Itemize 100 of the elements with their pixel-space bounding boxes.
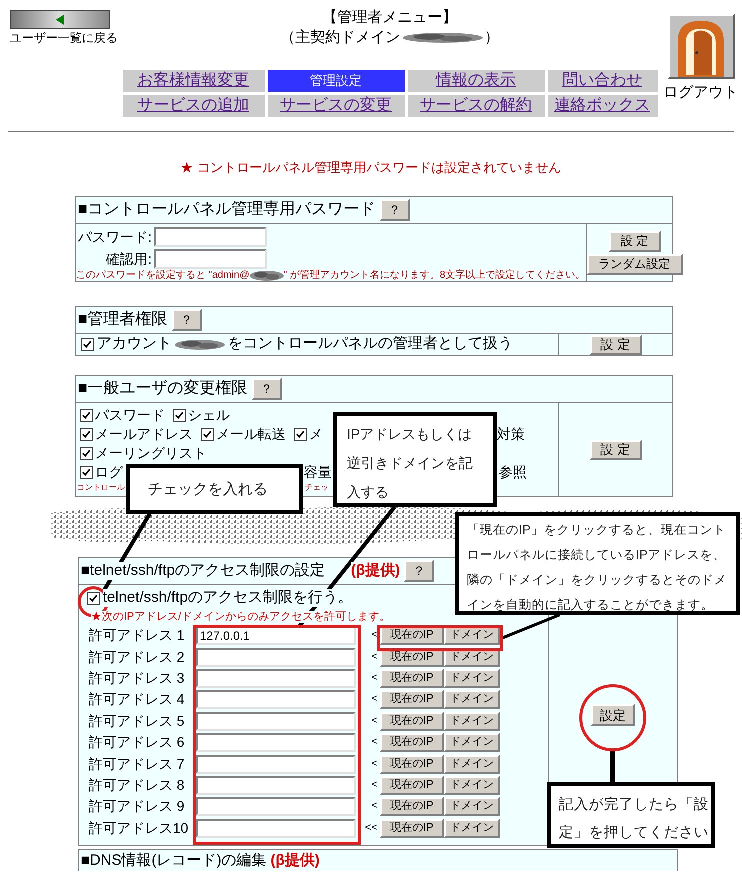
- set-button[interactable]: 設 定: [590, 440, 642, 460]
- nav-link[interactable]: 問い合わせ: [548, 70, 658, 92]
- nav-link[interactable]: サービスの変更: [268, 95, 404, 117]
- address-field[interactable]: [196, 733, 356, 752]
- arrow-text: <: [370, 672, 379, 685]
- help-button[interactable]: ?: [404, 560, 434, 582]
- note-text: チェッ: [305, 483, 329, 493]
- checkbox-label: シェル: [188, 407, 230, 424]
- current-ip-button[interactable]: 現在のIP: [380, 690, 444, 710]
- address-field[interactable]: [196, 797, 356, 816]
- back-button[interactable]: [10, 10, 110, 29]
- section-title: ■一般ユーザの変更権限: [78, 378, 248, 399]
- address-field[interactable]: [196, 690, 356, 710]
- logout-button[interactable]: [668, 14, 734, 79]
- checkbox-label: メーリングリスト: [95, 445, 207, 462]
- left-arrow-icon: [55, 14, 65, 24]
- nav-link[interactable]: 連絡ボックス: [548, 95, 658, 117]
- current-ip-button[interactable]: 現在のIP: [380, 818, 444, 838]
- checkbox[interactable]: [201, 428, 214, 441]
- callout-box: チェックを入れる: [126, 464, 303, 514]
- note-text: コントロール: [77, 483, 125, 493]
- checkbox-label: メールアドレス: [95, 426, 193, 443]
- help-button[interactable]: ?: [380, 199, 410, 221]
- arrow-text: <: [370, 693, 379, 706]
- section-title: ■コントロールパネル管理専用パスワード: [78, 200, 376, 220]
- current-ip-button[interactable]: 現在のIP: [380, 797, 444, 816]
- help-button[interactable]: ?: [252, 378, 282, 400]
- nav-link[interactable]: 情報の表示: [408, 70, 544, 92]
- domain-button[interactable]: ドメイン: [444, 754, 500, 774]
- checkbox[interactable]: [87, 592, 100, 604]
- address-field[interactable]: [196, 818, 356, 838]
- permission-text: 対策: [497, 426, 525, 443]
- checkbox[interactable]: [81, 338, 94, 351]
- address-label: 許可アドレス 5: [89, 712, 186, 730]
- permission-text: 参照: [499, 464, 527, 481]
- nav-link[interactable]: サービスの追加: [122, 95, 264, 117]
- beta-tag: (β提供): [351, 562, 400, 580]
- address-label: 許可アドレス 8: [89, 776, 186, 794]
- address-field[interactable]: [196, 754, 356, 774]
- permission-text: 容量: [304, 464, 332, 481]
- current-ip-button[interactable]: 現在のIP: [380, 668, 444, 688]
- redaction-mark: [175, 338, 225, 350]
- current-ip-button[interactable]: 現在のIP: [380, 754, 444, 774]
- note-text: このパスワードを設定すると "admin@: [76, 270, 250, 282]
- checkbox[interactable]: [80, 409, 93, 422]
- checkbox-label: メ: [309, 426, 323, 443]
- beta-tag: (β提供): [270, 852, 320, 870]
- checkbox[interactable]: [80, 466, 93, 479]
- domain-button[interactable]: ドメイン: [444, 818, 500, 838]
- address-field[interactable]: [196, 648, 356, 667]
- domain-button[interactable]: ドメイン: [444, 776, 500, 795]
- checkbox[interactable]: [294, 428, 307, 441]
- set-button[interactable]: 設 定: [608, 230, 661, 252]
- address-field[interactable]: [196, 668, 356, 688]
- help-button[interactable]: ?: [172, 309, 202, 331]
- logout-label: ログアウト: [664, 83, 738, 103]
- nav-link[interactable]: お客様情報変更: [122, 70, 264, 92]
- arrow-text: <: [370, 758, 379, 771]
- set-button[interactable]: 設 定: [590, 334, 642, 354]
- checkbox-label: をコントロールパネルの管理者として扱う: [228, 334, 513, 354]
- nav-link[interactable]: サービスの解約: [408, 95, 544, 117]
- arrow-text: <<: [364, 822, 379, 835]
- section-title: ■telnet/ssh/ftpのアクセス制限の設定: [81, 562, 326, 580]
- address-label: 許可アドレス10: [89, 820, 190, 837]
- leader-line: [610, 751, 616, 782]
- domain-button[interactable]: ドメイン: [444, 690, 500, 710]
- current-ip-button[interactable]: 現在のIP: [380, 712, 444, 731]
- set-button[interactable]: ランダム設定: [586, 254, 683, 274]
- domain-button[interactable]: ドメイン: [444, 712, 500, 731]
- address-label: 許可アドレス 6: [89, 734, 186, 752]
- address-label: 許可アドレス 4: [89, 691, 186, 708]
- address-field[interactable]: [196, 776, 356, 795]
- address-field[interactable]: [196, 712, 356, 731]
- field-label: パスワード:: [77, 228, 153, 246]
- checkbox[interactable]: [173, 409, 186, 422]
- arrow-text: <: [370, 650, 379, 664]
- arrow-text: <: [370, 736, 379, 750]
- domain-button[interactable]: ドメイン: [444, 797, 500, 816]
- current-ip-button[interactable]: 現在のIP: [380, 733, 444, 752]
- checkbox[interactable]: [80, 428, 93, 441]
- domain-button[interactable]: ドメイン: [444, 668, 500, 688]
- password-field[interactable]: [154, 249, 267, 269]
- checkbox-label: パスワード: [95, 407, 165, 424]
- checkbox[interactable]: [80, 447, 93, 460]
- field-label: 確認用:: [105, 250, 153, 268]
- subtitle-text: ）: [484, 28, 500, 48]
- checkbox-label: ログ: [95, 464, 123, 481]
- nav-link[interactable]: 管理設定: [268, 70, 404, 92]
- note-text: " が管理アカウント名になります。8文字以上で設定してください。: [284, 270, 586, 282]
- arrow-text: <: [370, 778, 379, 792]
- checkbox-label: アカウント: [97, 334, 172, 354]
- domain-button[interactable]: ドメイン: [444, 733, 500, 752]
- address-label: 許可アドレス 3: [89, 670, 186, 687]
- leader-line: [502, 614, 561, 640]
- arrow-text: <: [370, 800, 379, 814]
- highlight-circle: [580, 684, 646, 752]
- set-button[interactable]: 設定: [591, 704, 635, 726]
- current-ip-button[interactable]: 現在のIP: [380, 776, 444, 795]
- checkbox-label: メール転送: [216, 426, 286, 443]
- password-field[interactable]: [154, 227, 267, 247]
